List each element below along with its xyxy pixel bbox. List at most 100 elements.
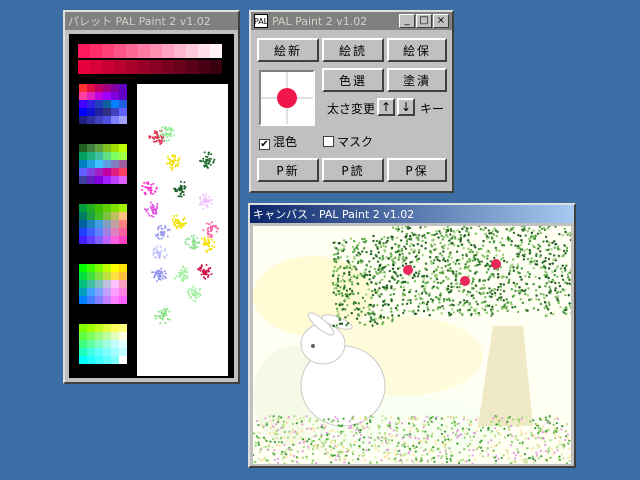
palette-swatch[interactable] [111, 168, 119, 176]
palette-swatch[interactable] [119, 108, 127, 116]
palette-swatch[interactable] [111, 84, 119, 92]
palette-swatch[interactable] [87, 116, 95, 124]
palette-swatch[interactable] [111, 332, 119, 340]
palette-swatch[interactable] [79, 168, 87, 176]
palette-swatch[interactable] [87, 220, 95, 228]
palette-swatch[interactable] [111, 176, 119, 184]
palette-swatch[interactable] [111, 212, 119, 220]
maximize-icon[interactable]: □ [416, 14, 432, 28]
mask-check-icon[interactable] [323, 136, 334, 147]
palette-swatch[interactable] [103, 84, 111, 92]
palette-swatch[interactable] [95, 280, 103, 288]
palette-swatch[interactable] [103, 92, 111, 100]
palette-swatch[interactable] [114, 44, 126, 58]
size-up-button[interactable]: ↑ [377, 98, 395, 116]
palette-swatch[interactable] [90, 60, 102, 74]
palette-swatch[interactable] [95, 168, 103, 176]
palette-swatch[interactable] [87, 236, 95, 244]
palette-swatch[interactable] [79, 332, 87, 340]
palette-swatch[interactable] [198, 44, 210, 58]
palette-swatch[interactable] [119, 152, 127, 160]
palette-swatch[interactable] [111, 160, 119, 168]
palette-swatch[interactable] [174, 44, 186, 58]
palette-swatch[interactable] [103, 272, 111, 280]
palette-swatch[interactable] [79, 212, 87, 220]
mask-checkbox[interactable]: マスク [323, 133, 373, 150]
palette-swatch[interactable] [95, 108, 103, 116]
palette-swatch[interactable] [95, 228, 103, 236]
palette-swatch[interactable] [138, 60, 150, 74]
palette-swatch[interactable] [95, 356, 103, 364]
palette-swatch[interactable] [95, 204, 103, 212]
palette-swatch[interactable] [95, 296, 103, 304]
palette-swatch[interactable] [162, 44, 174, 58]
palette-swatch[interactable] [87, 348, 95, 356]
palette-swatch[interactable] [103, 108, 111, 116]
palette-swatch[interactable] [119, 272, 127, 280]
palette-swatch[interactable] [95, 288, 103, 296]
palette-swatch[interactable] [103, 296, 111, 304]
palette-swatch[interactable] [111, 144, 119, 152]
palette-swatch[interactable] [150, 44, 162, 58]
palette-swatch[interactable] [103, 236, 111, 244]
close-icon[interactable]: × [433, 14, 449, 28]
palette-swatch[interactable] [186, 60, 198, 74]
palette-swatch[interactable] [174, 60, 186, 74]
palette-swatch[interactable] [119, 288, 127, 296]
palette-swatch[interactable] [126, 60, 138, 74]
palette-swatch[interactable] [103, 160, 111, 168]
palette-swatch[interactable] [198, 60, 210, 74]
palette-swatch[interactable] [79, 204, 87, 212]
palette-swatch[interactable] [79, 108, 87, 116]
palette-swatch[interactable] [79, 116, 87, 124]
palette-swatch[interactable] [103, 176, 111, 184]
palette-swatch[interactable] [87, 100, 95, 108]
palette-swatch[interactable] [87, 176, 95, 184]
palette-swatch[interactable] [87, 84, 95, 92]
palette-swatch[interactable] [119, 264, 127, 272]
palette-swatch[interactable] [111, 324, 119, 332]
palette-swatch[interactable] [95, 324, 103, 332]
palette-swatch[interactable] [95, 264, 103, 272]
palette-swatch[interactable] [126, 44, 138, 58]
palette-swatch[interactable] [79, 176, 87, 184]
palette-swatch[interactable] [95, 212, 103, 220]
palette-swatch[interactable] [119, 280, 127, 288]
palette-swatch[interactable] [79, 228, 87, 236]
palette-swatch[interactable] [87, 144, 95, 152]
palette-swatch[interactable] [102, 44, 114, 58]
palette-swatch[interactable] [87, 92, 95, 100]
palette-swatch[interactable] [95, 116, 103, 124]
palette-swatch[interactable] [119, 160, 127, 168]
palette-swatch[interactable] [111, 236, 119, 244]
palette-swatch[interactable] [95, 152, 103, 160]
palette-swatch[interactable] [119, 84, 127, 92]
palette-swatch[interactable] [90, 44, 102, 58]
palette-swatch[interactable] [79, 280, 87, 288]
main-titlebar[interactable]: PAL PAL Paint 2 v1.02 _ □ × [251, 12, 452, 30]
palette-swatch[interactable] [79, 264, 87, 272]
palette-swatch[interactable] [87, 332, 95, 340]
palette-swatch[interactable] [87, 108, 95, 116]
palette-swatch[interactable] [119, 228, 127, 236]
palette-swatch[interactable] [186, 44, 198, 58]
palette-swatch[interactable] [79, 144, 87, 152]
palette-swatch[interactable] [162, 60, 174, 74]
palette-swatch[interactable] [103, 264, 111, 272]
palette-swatch[interactable] [103, 280, 111, 288]
palette-swatch[interactable] [103, 116, 111, 124]
load-picture-button[interactable]: 絵読 [322, 38, 384, 62]
palette-swatch[interactable] [111, 116, 119, 124]
palette-swatch[interactable] [87, 152, 95, 160]
palette-swatch[interactable] [119, 324, 127, 332]
palette-swatch[interactable] [119, 348, 127, 356]
palette-swatch[interactable] [210, 60, 222, 74]
palette-swatch[interactable] [87, 340, 95, 348]
new-picture-button[interactable]: 絵新 [257, 38, 319, 62]
palette-swatch[interactable] [111, 340, 119, 348]
load-palette-button[interactable]: P読 [322, 158, 384, 182]
palette-swatch[interactable] [114, 60, 126, 74]
palette-swatch[interactable] [119, 340, 127, 348]
palette-swatch[interactable] [111, 204, 119, 212]
save-palette-button[interactable]: P保 [387, 158, 447, 182]
